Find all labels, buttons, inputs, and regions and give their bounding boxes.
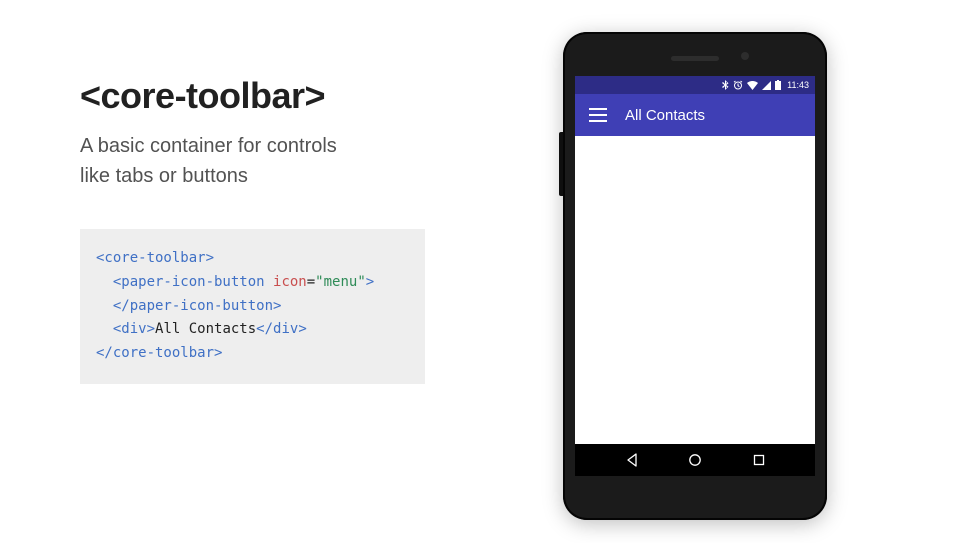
- app-content-area: [575, 136, 815, 444]
- code-attr-name: icon: [273, 274, 307, 290]
- code-div-open: <div>: [113, 321, 155, 337]
- phone-frame: 11:43 All Contacts: [563, 32, 827, 520]
- nav-home-icon[interactable]: [688, 453, 702, 467]
- core-toolbar: All Contacts: [575, 94, 815, 136]
- code-paper-open-close: >: [366, 274, 374, 290]
- nav-recent-icon[interactable]: [752, 453, 766, 467]
- subtitle-line2: like tabs or buttons: [80, 165, 248, 187]
- slide-subtitle: A basic container for controls like tabs…: [80, 131, 480, 191]
- bluetooth-icon: [722, 80, 729, 90]
- toolbar-title: All Contacts: [625, 107, 705, 124]
- code-div-close: </div>: [256, 321, 307, 337]
- subtitle-line1: A basic container for controls: [80, 135, 337, 157]
- code-attr-eq: =: [307, 274, 315, 290]
- phone-speaker: [671, 56, 719, 61]
- alarm-icon: [733, 80, 743, 90]
- wifi-icon: [747, 81, 758, 90]
- code-div-text: All Contacts: [155, 321, 256, 337]
- android-status-bar: 11:43: [575, 76, 815, 94]
- code-sample: <core-toolbar> <paper-icon-button icon="…: [80, 229, 425, 384]
- code-attr-val: "menu": [315, 274, 366, 290]
- code-close-core: </core-toolbar>: [96, 345, 222, 361]
- phone-screen: 11:43 All Contacts: [575, 76, 815, 476]
- slide-title: <core-toolbar>: [80, 75, 480, 117]
- nav-back-icon[interactable]: [625, 453, 639, 467]
- status-time: 11:43: [787, 80, 809, 90]
- phone-camera: [741, 52, 749, 60]
- android-nav-bar: [575, 444, 815, 476]
- code-paper-open: <paper-icon-button: [113, 274, 265, 290]
- signal-icon: [762, 81, 771, 90]
- menu-icon[interactable]: [589, 108, 607, 122]
- battery-icon: [775, 80, 781, 90]
- code-paper-close: </paper-icon-button>: [113, 298, 282, 314]
- code-open-core: <core-toolbar>: [96, 250, 214, 266]
